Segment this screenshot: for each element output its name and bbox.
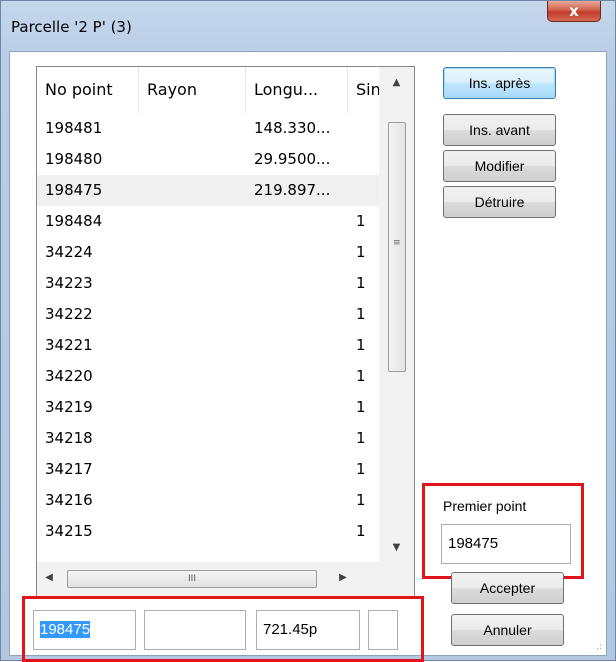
scroll-right-icon[interactable]: ▶ — [333, 572, 353, 583]
vertical-scrollbar[interactable]: ▲ ≡ ▼ — [379, 67, 414, 562]
cell-longueur — [246, 206, 348, 237]
cell-no-point: 34224 — [45, 243, 93, 261]
cell-no-point: 34220 — [45, 367, 93, 385]
edit-longueur-field[interactable]: 721.45p — [256, 610, 360, 650]
cell-rayon — [139, 392, 246, 423]
table-row[interactable]: 198475 219.897... — [37, 175, 379, 206]
column-header-rayon[interactable]: Rayon — [139, 67, 246, 113]
detruire-button[interactable]: Détruire — [443, 186, 556, 218]
table-row[interactable]: 34221 1 — [37, 330, 379, 361]
edit-no-point-selection: 198475 — [40, 621, 91, 638]
scrollbar-corner — [379, 562, 414, 597]
cell-no-point: 198475 — [45, 181, 103, 199]
cell-no-point: 34223 — [45, 274, 93, 292]
table-row[interactable]: 198481 148.330... — [37, 113, 379, 144]
cell-rayon — [139, 361, 246, 392]
close-button[interactable]: x — [547, 1, 601, 22]
cell-longueur — [246, 361, 348, 392]
cell-rayon — [139, 299, 246, 330]
horizontal-scroll-thumb[interactable]: III — [67, 570, 317, 588]
cell-longueur: 148.330... — [254, 119, 331, 137]
cell-longueur: 29.9500... — [254, 150, 331, 168]
cell-rayon — [139, 113, 246, 144]
cell-longueur — [246, 330, 348, 361]
table-row[interactable]: 34216 1 — [37, 485, 379, 516]
cell-longueur — [246, 237, 348, 268]
premier-point-label: Premier point — [443, 498, 527, 514]
cell-no-point: 34219 — [45, 398, 93, 416]
cell-longueur — [246, 423, 348, 454]
scroll-up-icon[interactable]: ▲ — [379, 77, 414, 88]
table-row[interactable]: 34224 1 — [37, 237, 379, 268]
table-row[interactable]: 34217 1 — [37, 454, 379, 485]
grip-icon: ≡ — [393, 238, 401, 248]
cell-rayon — [139, 175, 246, 206]
cell-rayon — [139, 237, 246, 268]
cell-longueur — [246, 485, 348, 516]
cell-rayon — [139, 454, 246, 485]
vertical-scroll-thumb[interactable]: ≡ — [388, 122, 406, 372]
ins-avant-button[interactable]: Ins. avant — [443, 114, 556, 146]
scroll-down-icon[interactable]: ▼ — [379, 542, 414, 553]
scroll-left-icon[interactable]: ◀ — [39, 572, 59, 583]
horizontal-scrollbar[interactable]: ◀ III ▶ — [37, 562, 379, 597]
cell-longueur — [246, 516, 348, 547]
cell-no-point: 198481 — [45, 119, 103, 137]
edit-sin-field[interactable] — [368, 610, 398, 650]
cell-longueur — [246, 454, 348, 485]
cell-rayon — [139, 144, 246, 175]
points-list[interactable]: No point Rayon Longu... Sin 198481 148.33… — [36, 66, 415, 598]
cell-longueur: 219.897... — [254, 181, 331, 199]
cell-rayon — [139, 206, 246, 237]
table-row[interactable]: 198480 29.9500... — [37, 144, 379, 175]
cell-no-point: 34221 — [45, 336, 93, 354]
modifier-button[interactable]: Modifier — [443, 150, 556, 182]
cell-rayon — [139, 330, 246, 361]
cell-longueur — [246, 268, 348, 299]
cell-no-point: 34218 — [45, 429, 93, 447]
column-header-no-point[interactable]: No point — [37, 67, 139, 113]
list-header: No point Rayon Longu... Sin — [37, 67, 381, 113]
window-title: Parcelle '2 P' (3) — [11, 18, 132, 36]
cell-longueur — [246, 299, 348, 330]
table-row[interactable]: 34215 1 — [37, 516, 379, 547]
table-row[interactable]: 34220 1 — [37, 361, 379, 392]
resize-grip-icon[interactable]: .: — [596, 642, 602, 652]
cell-no-point: 198484 — [45, 212, 103, 230]
edit-no-point-field[interactable]: 198475 — [33, 610, 136, 650]
table-row[interactable]: 198484 1 — [37, 206, 379, 237]
cell-no-point: 34215 — [45, 522, 93, 540]
cell-rayon — [139, 423, 246, 454]
table-row[interactable]: 34222 1 — [37, 299, 379, 330]
premier-point-input[interactable]: 198475 — [441, 524, 571, 564]
cell-no-point: 34222 — [45, 305, 93, 323]
cell-no-point: 34217 — [45, 460, 93, 478]
accepter-button[interactable]: Accepter — [451, 572, 564, 604]
edit-rayon-field[interactable] — [144, 610, 246, 650]
cell-no-point: 34216 — [45, 491, 93, 509]
cell-rayon — [139, 268, 246, 299]
cell-rayon — [139, 516, 246, 547]
cell-no-point: 198480 — [45, 150, 103, 168]
column-header-longueur[interactable]: Longu... — [246, 67, 348, 113]
annuler-button[interactable]: Annuler — [451, 614, 564, 646]
cell-rayon — [139, 485, 246, 516]
cell-longueur — [246, 392, 348, 423]
ins-apres-button[interactable]: Ins. après — [443, 67, 556, 99]
table-row[interactable]: 34218 1 — [37, 423, 379, 454]
table-row[interactable]: 34219 1 — [37, 392, 379, 423]
table-row[interactable]: 34223 1 — [37, 268, 379, 299]
